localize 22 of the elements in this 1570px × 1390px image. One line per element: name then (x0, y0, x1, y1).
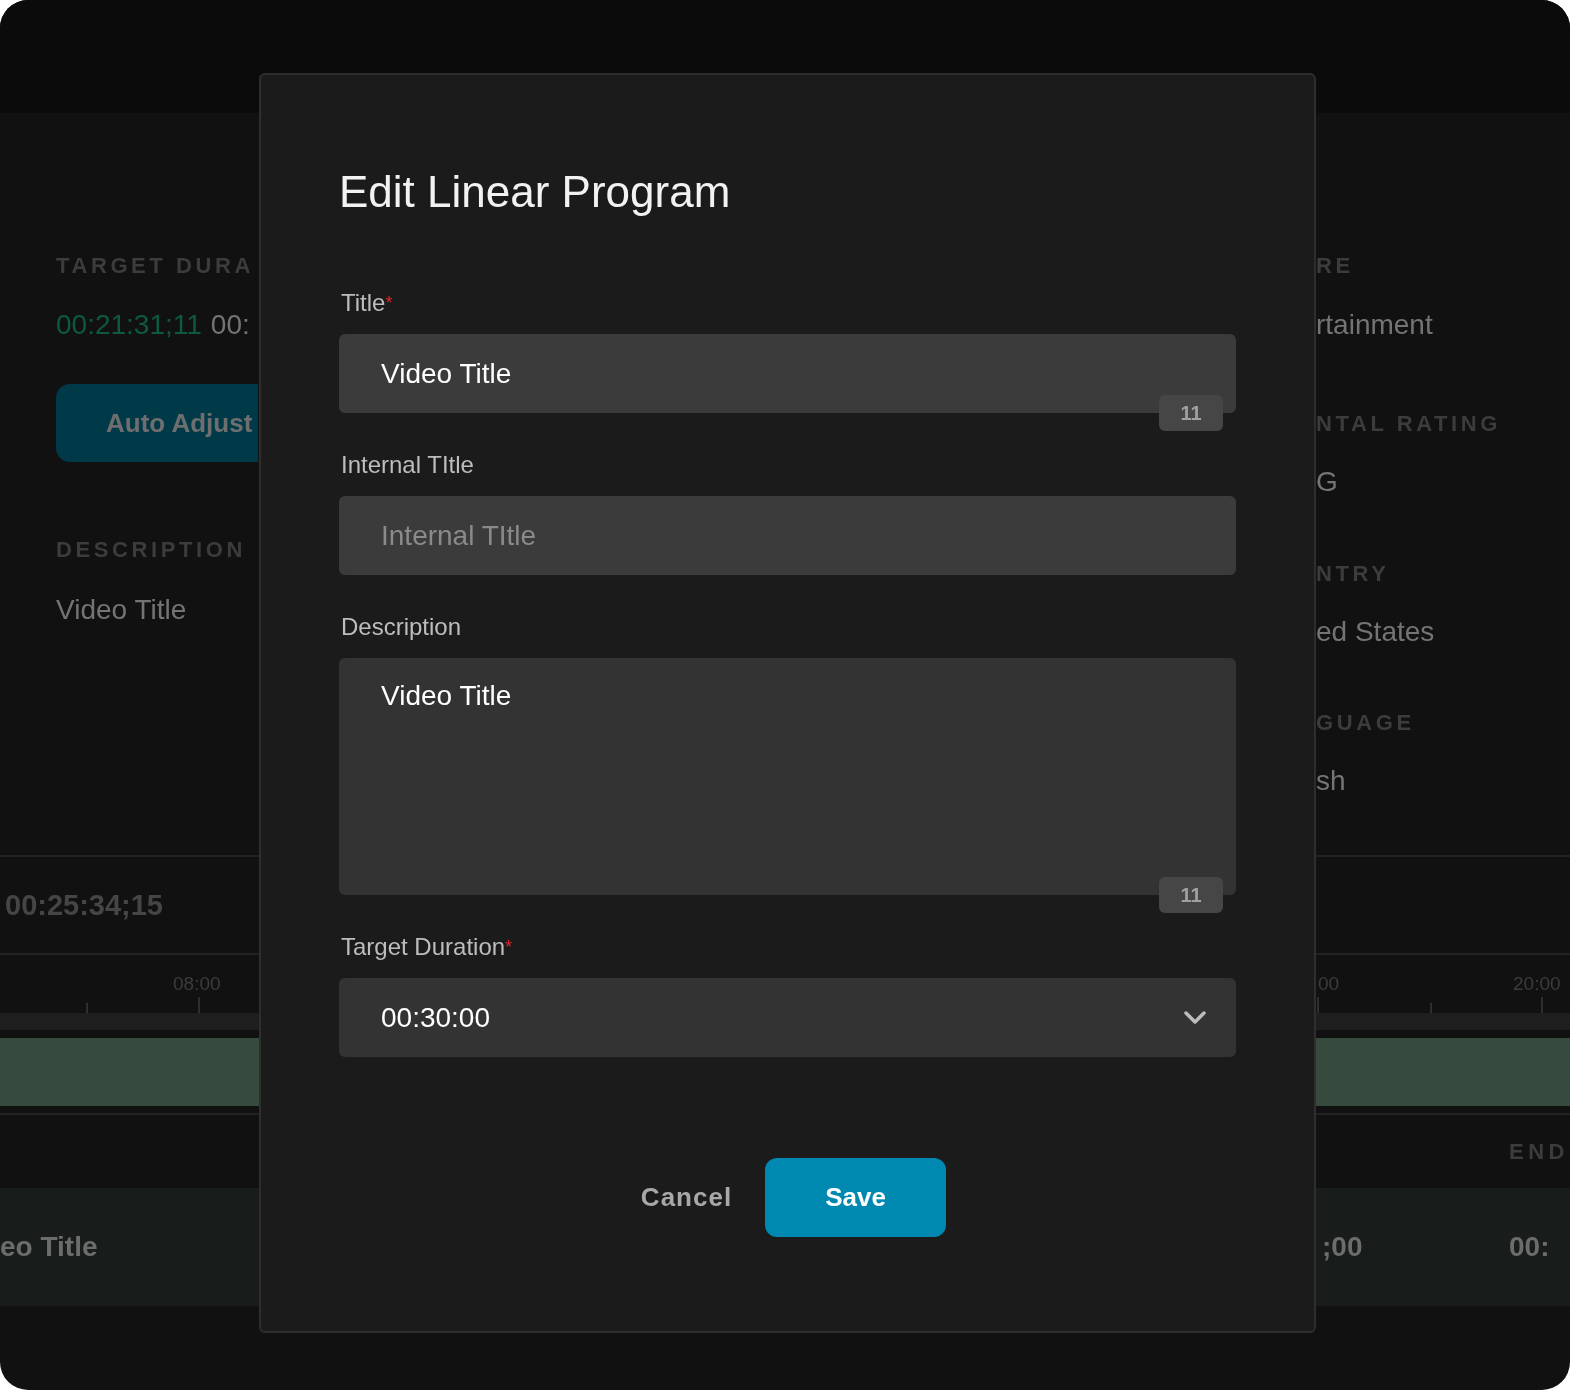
section-value: G (1316, 465, 1338, 499)
section-value: Video Title (56, 593, 187, 627)
table-cell: 00: (1509, 1231, 1550, 1263)
text-field[interactable]: Internal TItle (339, 496, 1236, 575)
table-cell-text: ;00 (1322, 1231, 1364, 1263)
character-count: 11 (1159, 877, 1223, 913)
field-label: Internal TItle (340, 451, 475, 479)
section-value: sh (1316, 764, 1346, 798)
current-duration: 00:21:31;11 (56, 308, 202, 342)
chevron-down-icon (1184, 1010, 1206, 1025)
character-count: 11 (1159, 395, 1223, 431)
dialog-title: Edit Linear Program (339, 166, 732, 218)
section-value: rtainment (1316, 308, 1433, 342)
duration-select[interactable]: 00:30:00 (339, 978, 1236, 1057)
target-duration: 00: (210, 308, 250, 342)
field-label: Description (340, 613, 463, 641)
section-value: ed States (1316, 615, 1435, 649)
field-label: Title* (340, 289, 394, 317)
cancel-button[interactable]: Cancel (640, 1182, 733, 1213)
save-button[interactable]: Save (765, 1158, 947, 1237)
program-title: eo Title (0, 1231, 99, 1263)
field-label: Target Duration* (340, 933, 514, 961)
